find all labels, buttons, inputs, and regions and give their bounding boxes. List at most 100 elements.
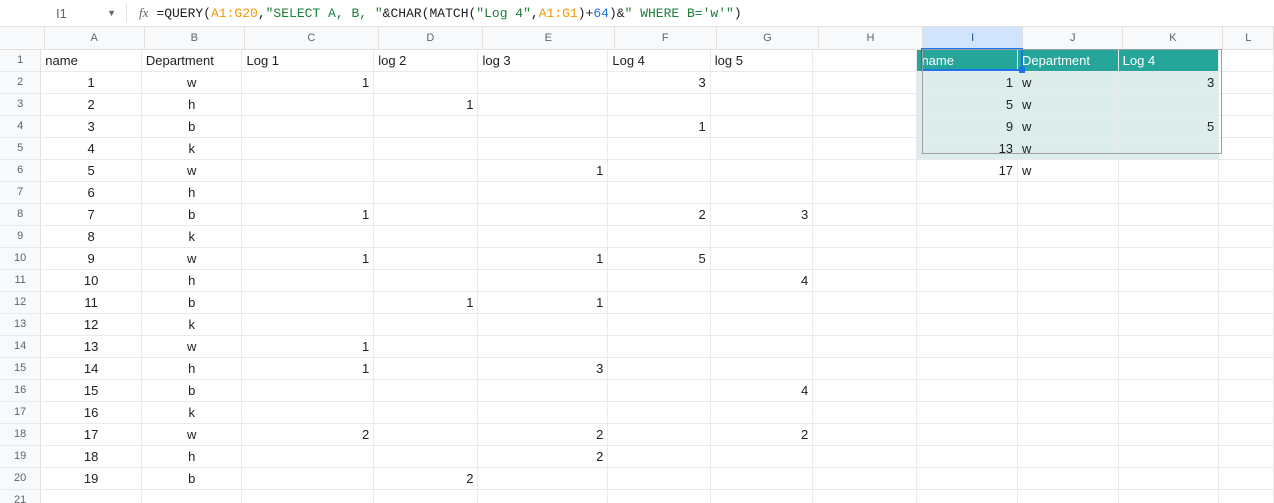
cell-J18[interactable] (1018, 424, 1119, 445)
column-header-A[interactable]: A (45, 27, 145, 49)
cell-H21[interactable] (813, 490, 917, 503)
cell-L11[interactable] (1219, 270, 1274, 291)
cell-H10[interactable] (813, 248, 917, 269)
cell-H4[interactable] (813, 116, 917, 137)
cell-E16[interactable] (478, 380, 608, 401)
cell-L6[interactable] (1219, 160, 1274, 181)
cell-D12[interactable]: 1 (374, 292, 478, 313)
column-header-D[interactable]: D (379, 27, 483, 49)
cell-B14[interactable]: w (142, 336, 243, 357)
cell-L16[interactable] (1219, 380, 1274, 401)
cell-H12[interactable] (813, 292, 917, 313)
row-header[interactable]: 20 (0, 468, 41, 489)
cell-D18[interactable] (374, 424, 478, 445)
row-header[interactable]: 14 (0, 336, 41, 357)
cell-A2[interactable]: 1 (41, 72, 142, 93)
cell-D13[interactable] (374, 314, 478, 335)
cell-G13[interactable] (711, 314, 813, 335)
cell-A16[interactable]: 15 (41, 380, 142, 401)
cell-J16[interactable] (1018, 380, 1119, 401)
cell-E15[interactable]: 3 (478, 358, 608, 379)
cell-G4[interactable] (711, 116, 813, 137)
row-header[interactable]: 19 (0, 446, 41, 467)
cell-J17[interactable] (1018, 402, 1119, 423)
cell-L5[interactable] (1219, 138, 1274, 159)
column-header-H[interactable]: H (819, 27, 923, 49)
cell-D4[interactable] (374, 116, 478, 137)
cell-L9[interactable] (1219, 226, 1274, 247)
cell-I15[interactable] (917, 358, 1018, 379)
cell-F8[interactable]: 2 (608, 204, 710, 225)
row-header[interactable]: 13 (0, 314, 41, 335)
cell-K8[interactable] (1119, 204, 1220, 225)
cell-J11[interactable] (1018, 270, 1119, 291)
cell-B12[interactable]: b (142, 292, 243, 313)
cell-B11[interactable]: h (142, 270, 243, 291)
cell-F2[interactable]: 3 (608, 72, 710, 93)
cell-F7[interactable] (608, 182, 710, 203)
cell-C10[interactable]: 1 (242, 248, 374, 269)
cell-G10[interactable] (711, 248, 813, 269)
cell-E11[interactable] (478, 270, 608, 291)
cell-J3[interactable]: w (1018, 94, 1119, 115)
cell-G20[interactable] (711, 468, 813, 489)
cell-K7[interactable] (1119, 182, 1220, 203)
cell-B16[interactable]: b (142, 380, 243, 401)
cell-G8[interactable]: 3 (711, 204, 813, 225)
cell-D11[interactable] (374, 270, 478, 291)
cell-A20[interactable]: 19 (41, 468, 142, 489)
cell-D8[interactable] (374, 204, 478, 225)
cell-D9[interactable] (374, 226, 478, 247)
cell-J9[interactable] (1018, 226, 1119, 247)
cell-A12[interactable]: 11 (41, 292, 142, 313)
cell-H1[interactable] (813, 50, 917, 71)
cell-C21[interactable] (242, 490, 374, 503)
cell-A9[interactable]: 8 (41, 226, 142, 247)
column-header-C[interactable]: C (245, 27, 379, 49)
cell-F13[interactable] (608, 314, 710, 335)
cell-J6[interactable]: w (1018, 160, 1119, 181)
cell-I13[interactable] (917, 314, 1018, 335)
cell-L18[interactable] (1219, 424, 1274, 445)
cell-G2[interactable] (711, 72, 813, 93)
cell-K18[interactable] (1119, 424, 1220, 445)
cell-K17[interactable] (1119, 402, 1220, 423)
cell-B5[interactable]: k (142, 138, 243, 159)
cell-A6[interactable]: 5 (41, 160, 142, 181)
row-header[interactable]: 8 (0, 204, 41, 225)
cell-H2[interactable] (813, 72, 917, 93)
cell-G1[interactable]: log 5 (711, 50, 813, 71)
cell-K10[interactable] (1119, 248, 1220, 269)
cell-B18[interactable]: w (142, 424, 243, 445)
cell-H6[interactable] (813, 160, 917, 181)
cell-F15[interactable] (608, 358, 710, 379)
cell-D16[interactable] (374, 380, 478, 401)
cell-A8[interactable]: 7 (41, 204, 142, 225)
cell-J15[interactable] (1018, 358, 1119, 379)
cell-F5[interactable] (608, 138, 710, 159)
cell-C20[interactable] (242, 468, 374, 489)
column-header-G[interactable]: G (717, 27, 819, 49)
cell-L15[interactable] (1219, 358, 1274, 379)
name-box[interactable]: I1 ▼ (50, 6, 122, 21)
cell-C17[interactable] (242, 402, 374, 423)
row-header[interactable]: 9 (0, 226, 41, 247)
cell-B9[interactable]: k (142, 226, 243, 247)
cell-D5[interactable] (374, 138, 478, 159)
cell-D14[interactable] (374, 336, 478, 357)
cell-F11[interactable] (608, 270, 710, 291)
cell-L3[interactable] (1219, 94, 1274, 115)
column-header-L[interactable]: L (1223, 27, 1274, 49)
cell-C15[interactable]: 1 (242, 358, 374, 379)
cell-F1[interactable]: Log 4 (608, 50, 710, 71)
row-header[interactable]: 18 (0, 424, 41, 445)
cell-H7[interactable] (813, 182, 917, 203)
cell-C19[interactable] (242, 446, 374, 467)
cell-L17[interactable] (1219, 402, 1274, 423)
cell-G16[interactable]: 4 (711, 380, 813, 401)
cell-I11[interactable] (917, 270, 1018, 291)
cell-C18[interactable]: 2 (242, 424, 374, 445)
row-header[interactable]: 15 (0, 358, 41, 379)
row-header[interactable]: 16 (0, 380, 41, 401)
cell-I9[interactable] (917, 226, 1018, 247)
